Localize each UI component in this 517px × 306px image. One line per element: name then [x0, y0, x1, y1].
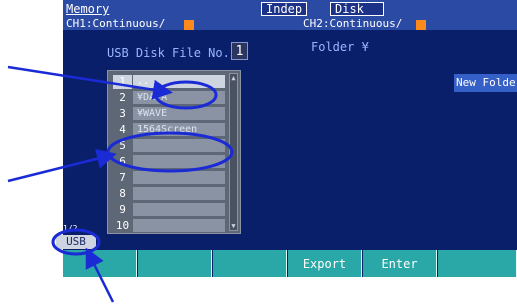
ch2-marker [416, 20, 426, 30]
file-no-label: USB Disk File No. [107, 46, 230, 60]
list-item[interactable]: 6 [113, 155, 225, 169]
list-item-name [133, 219, 225, 232]
list-item[interactable]: 4 1564Screen [113, 123, 225, 137]
scroll-down-icon[interactable]: ▼ [230, 222, 237, 230]
list-item-name [133, 139, 225, 152]
list-item[interactable]: 10 [113, 219, 225, 233]
softkey-3[interactable] [213, 250, 287, 277]
list-item-number: 6 [119, 155, 126, 168]
page-indicator: 1/2 [63, 224, 78, 233]
list-item-number: 2 [119, 91, 126, 104]
usb-button[interactable]: USB [56, 235, 96, 249]
list-item-number: 3 [119, 107, 126, 120]
list-item-name: ¥DATA [133, 91, 225, 104]
menu-title: Memory [66, 2, 110, 16]
mode-tag[interactable]: Indep [261, 2, 308, 16]
list-item[interactable]: 3 ¥WAVE [113, 107, 225, 121]
ch2-label: CH2:Continuous/ [303, 17, 403, 30]
list-item-name: 1564Screen [133, 123, 225, 136]
list-item-number: 9 [119, 203, 126, 216]
list-item-name: .. [133, 75, 225, 88]
list-item-number: 4 [119, 123, 126, 136]
scrollbar[interactable]: ▲ ▼ [229, 73, 238, 231]
list-item-number: 1 [113, 75, 132, 89]
list-item-name: ¥WAVE [133, 107, 225, 120]
folder-label: Folder ¥ [311, 40, 369, 54]
device-tag[interactable]: Disk [330, 2, 384, 16]
list-item-number: 8 [119, 187, 126, 200]
file-list[interactable]: 1.. 2 ¥DATA 3 ¥WAVE 4 1564Screen 5 6 7 8 9 10 ▲ ▼ [107, 70, 241, 234]
softkey-4[interactable]: Export [288, 250, 362, 277]
new-folder-button[interactable]: New Folder [454, 74, 517, 92]
softkey-2[interactable] [138, 250, 212, 277]
softkey-1[interactable] [63, 250, 137, 277]
list-item[interactable]: 1.. [113, 75, 225, 89]
file-no-value[interactable]: 1 [231, 42, 248, 60]
list-item-name [133, 155, 225, 168]
list-item[interactable]: 5 [113, 139, 225, 153]
ch1-marker [184, 20, 194, 30]
list-item-number: 10 [115, 219, 130, 232]
list-item-number: 7 [119, 171, 126, 184]
list-item[interactable]: 7 [113, 171, 225, 185]
list-item-number: 5 [119, 139, 126, 152]
list-item[interactable]: 9 [113, 203, 225, 217]
list-item[interactable]: 8 [113, 187, 225, 201]
softkey-bar: Export Enter [63, 250, 517, 277]
list-item-name [133, 203, 225, 216]
list-item-name [133, 187, 225, 200]
scroll-up-icon[interactable]: ▲ [230, 74, 237, 82]
list-item[interactable]: 2 ¥DATA [113, 91, 225, 105]
softkey-5[interactable]: Enter [363, 250, 437, 277]
ch1-label: CH1:Continuous/ [66, 17, 166, 30]
list-item-name [133, 171, 225, 184]
softkey-6[interactable] [438, 250, 517, 277]
screen: Memory Indep Disk CH1:Continuous/ CH2:Co… [63, 0, 517, 277]
